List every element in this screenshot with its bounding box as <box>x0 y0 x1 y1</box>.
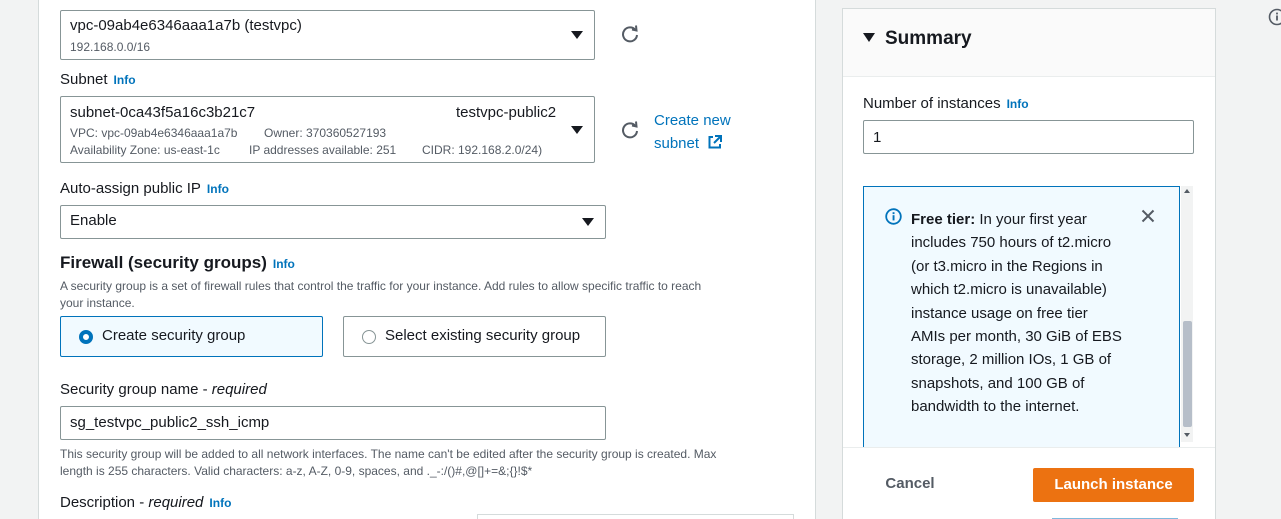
summary-heading[interactable]: Summary <box>863 28 972 50</box>
create-security-group-radio[interactable] <box>79 330 93 344</box>
subnet-info-link[interactable]: Info <box>114 73 136 87</box>
vpc-cidr: 192.168.0.0/16 <box>70 40 151 54</box>
description-info-link[interactable]: Info <box>209 496 231 510</box>
firewall-heading: Firewall (security groups) Info <box>60 253 295 272</box>
sg-name-label: Security group name - required <box>60 381 267 398</box>
instances-label: Number of instances Info <box>863 95 1029 112</box>
info-icon <box>885 208 902 225</box>
subnet-az: Availability Zone: us-east-1c <box>70 143 220 157</box>
close-icon[interactable] <box>1141 209 1155 223</box>
create-security-group-label: Create security group <box>102 327 246 344</box>
description-input-edge[interactable] <box>477 514 794 519</box>
cancel-button[interactable]: Cancel <box>870 468 950 502</box>
create-subnet-link[interactable]: Create new subnet <box>654 109 731 155</box>
auto-ip-select[interactable] <box>60 205 606 239</box>
sg-name-value: sg_testvpc_public2_ssh_icmp <box>70 414 270 431</box>
subnet-cidr: CIDR: 192.168.2.0/24) <box>422 143 543 157</box>
scroll-down-icon[interactable] <box>1184 433 1190 437</box>
description-label: Description - required Info <box>60 494 232 511</box>
select-existing-security-group-label: Select existing security group <box>385 327 581 344</box>
scroll-up-icon[interactable] <box>1184 189 1190 193</box>
external-link-icon <box>708 135 723 149</box>
summary-scroll-thumb[interactable] <box>1183 321 1192 427</box>
subnet-name: testvpc-public2 <box>456 104 557 121</box>
instances-info-link[interactable]: Info <box>1007 97 1029 111</box>
subnet-label: Subnet Info <box>60 71 136 88</box>
subnet-ips: IP addresses available: 251 <box>249 143 397 157</box>
auto-ip-info-link[interactable]: Info <box>207 182 229 196</box>
sg-name-help: This security group will be added to all… <box>60 447 717 478</box>
firewall-description: A security group is a set of firewall ru… <box>60 279 702 310</box>
subnet-id: subnet-0ca43f5a16c3b21c7 <box>70 104 256 121</box>
vpc-refresh-icon[interactable] <box>620 24 640 44</box>
firewall-info-link[interactable]: Info <box>273 257 295 271</box>
instances-value: 1 <box>873 129 882 146</box>
subnet-owner: Owner: 370360527193 <box>264 126 387 140</box>
vpc-dropdown-icon[interactable] <box>571 31 583 39</box>
vpc-selected-value: vpc-09ab4e6346aaa1a7b (testvpc) <box>70 17 302 34</box>
caret-down-icon <box>863 33 875 42</box>
auto-ip-value: Enable <box>70 212 117 229</box>
auto-ip-label: Auto-assign public IP Info <box>60 180 229 197</box>
auto-ip-dropdown-icon[interactable] <box>582 218 594 226</box>
free-tier-text: Free tier: In your first year includes 7… <box>911 211 1122 416</box>
subnet-vpc: VPC: vpc-09ab4e6346aaa1a7b <box>70 126 238 140</box>
select-existing-security-group-radio[interactable] <box>362 330 376 344</box>
instances-input[interactable] <box>863 120 1194 154</box>
summary-footer-divider <box>843 447 1215 448</box>
help-circle-icon[interactable] <box>1268 8 1281 26</box>
launch-instance-button[interactable]: Launch instance <box>1033 468 1194 502</box>
subnet-dropdown-icon[interactable] <box>571 126 583 134</box>
subnet-refresh-icon[interactable] <box>620 120 640 140</box>
review-commands-link-edge[interactable] <box>1052 514 1178 519</box>
